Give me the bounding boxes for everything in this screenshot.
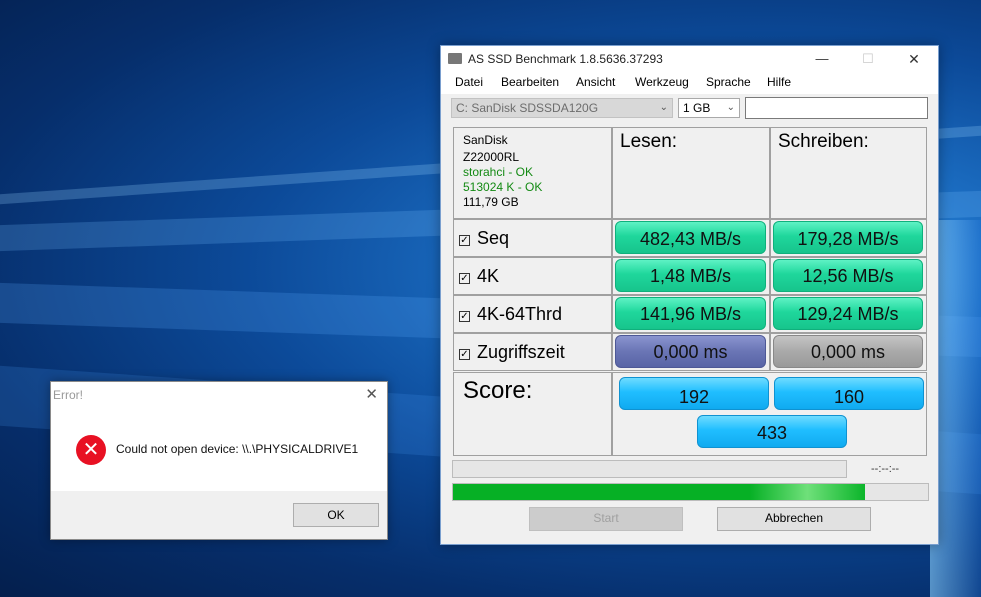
drive-info-panel: SanDisk Z22000RL storahci - OK 513024 K … [453,127,612,219]
menu-datei[interactable]: Datei [455,75,483,89]
drive-icon [448,53,462,64]
checkbox-icon[interactable]: ✓ [459,235,470,246]
4k64-read-result: 141,96 MB/s [615,297,766,330]
size-select-value: 1 GB [683,101,711,115]
menu-bearbeiten[interactable]: Bearbeiten [501,75,559,89]
access-write-result: 0,000 ms [773,335,923,368]
driver-status: storahci - OK [463,165,534,179]
test-label: Seq [477,228,510,248]
score-read: 192 [619,377,769,410]
size-select[interactable]: 1 GB ⌄ [678,98,740,118]
maximize-button[interactable]: ☐ [845,46,891,72]
test-row-access-time[interactable]: ✓ Zugriffszeit [453,333,612,371]
error-dialog-footer: OK [51,491,387,539]
minimize-button[interactable]: — [799,46,845,72]
score-write: 160 [774,377,924,410]
close-icon[interactable]: ✕ [365,385,378,403]
test-progress-bar [452,460,847,478]
menu-werkzeug[interactable]: Werkzeug [635,75,689,89]
read-column-header: Lesen: [612,127,770,219]
menu-bar: Datei Bearbeiten Ansicht Werkzeug Sprach… [441,72,938,94]
seq-read-result: 482,43 MB/s [615,221,766,254]
menu-ansicht[interactable]: Ansicht [576,75,615,89]
drive-vendor: SanDisk [463,133,508,147]
write-column-header: Schreiben: [770,127,927,219]
drive-select[interactable]: C: SanDisk SDSSDA120G ⌄ [451,98,673,118]
drive-capacity: 111,79 GB [463,195,519,209]
error-icon: ✕ [76,435,106,465]
title-bar[interactable]: AS SSD Benchmark 1.8.5636.37293 — ☐ ✕ [441,46,938,72]
score-total: 433 [697,415,847,448]
test-row-4k[interactable]: ✓ 4K [453,257,612,295]
abort-button[interactable]: Abbrechen [717,507,871,531]
menu-sprache[interactable]: Sprache [706,75,751,89]
test-row-seq[interactable]: ✓ Seq [453,219,612,257]
window-title: AS SSD Benchmark 1.8.5636.37293 [468,52,663,66]
alignment-status: 513024 K - OK [463,180,543,194]
score-label: Score: [453,372,612,456]
test-label: 4K [477,266,500,286]
start-button[interactable]: Start [529,507,683,531]
name-input[interactable] [745,97,928,119]
chevron-down-icon: ⌄ [659,102,668,113]
checkbox-icon[interactable]: ✓ [459,311,470,322]
4k-write-result: 12,56 MB/s [773,259,923,292]
close-button[interactable]: ✕ [891,46,937,72]
test-row-4k64[interactable]: ✓ 4K-64Thrd [453,295,612,333]
access-read-result: 0,000 ms [615,335,766,368]
checkbox-icon[interactable]: ✓ [459,349,470,360]
error-message: Could not open device: \\.\PHYSICALDRIVE… [116,442,359,456]
overall-progress-fill [453,484,866,500]
error-dialog: Error! ✕ ✕ Could not open device: \\.\PH… [50,381,388,540]
test-label: Zugriffszeit [477,342,565,362]
checkbox-icon[interactable]: ✓ [459,273,470,284]
4k64-write-result: 129,24 MB/s [773,297,923,330]
chevron-down-icon: ⌄ [726,102,735,113]
as-ssd-window: AS SSD Benchmark 1.8.5636.37293 — ☐ ✕ Da… [440,45,939,545]
overall-progress-bar [452,483,929,501]
test-label: 4K-64Thrd [477,304,563,324]
error-dialog-title: Error! [53,388,83,402]
drive-firmware: Z22000RL [463,150,520,164]
4k-read-result: 1,48 MB/s [615,259,766,292]
drive-select-value: C: SanDisk SDSSDA120G [456,101,599,115]
elapsed-time: --:--:-- [871,463,900,475]
seq-write-result: 179,28 MB/s [773,221,923,254]
ok-button[interactable]: OK [293,503,379,527]
menu-hilfe[interactable]: Hilfe [767,75,791,89]
